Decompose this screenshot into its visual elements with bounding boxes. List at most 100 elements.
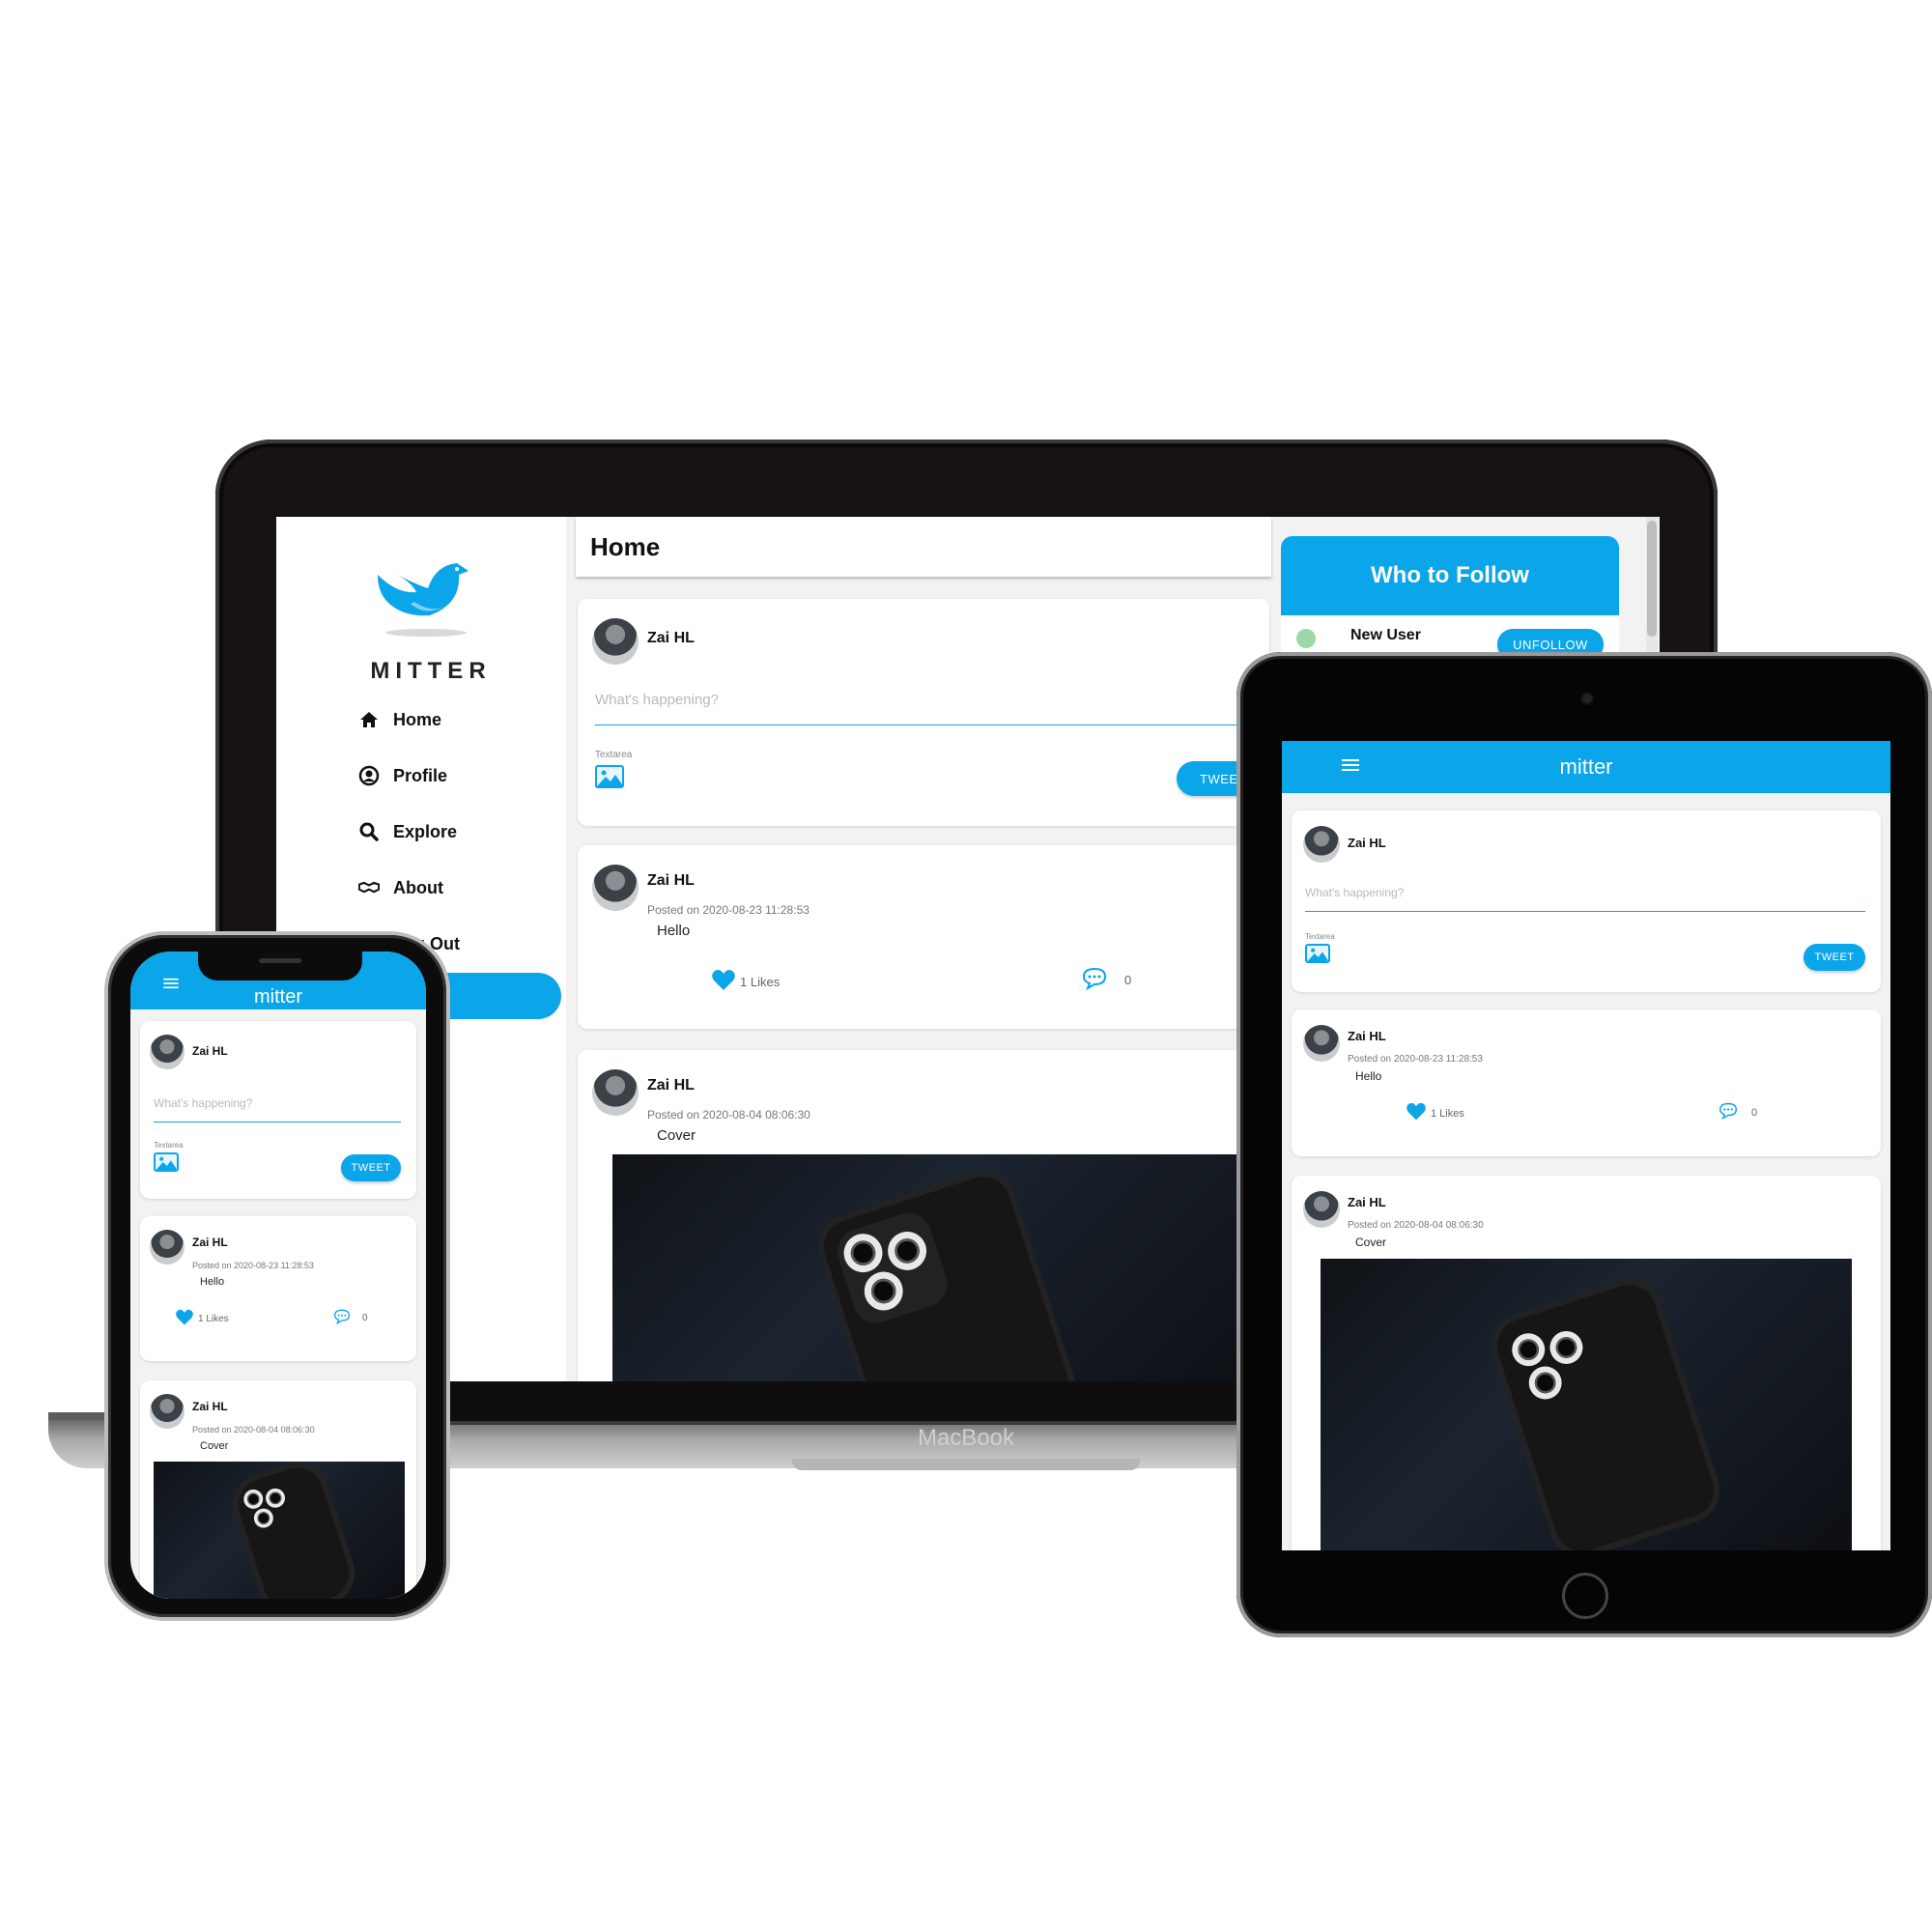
avatar[interactable]	[1303, 1191, 1340, 1228]
comment-count: 0	[362, 1313, 368, 1323]
app-title: mitter	[1559, 754, 1613, 779]
post-timestamp: Posted on 2020-08-23 11:28:53	[647, 903, 810, 917]
nav-item-label: Profile	[393, 765, 448, 785]
phone-case-photo	[1490, 1277, 1721, 1550]
post-username: Zai HL	[192, 1236, 228, 1249]
comment-count: 0	[1751, 1106, 1758, 1119]
page-title: Home	[590, 532, 661, 561]
nav-item-label: Home	[393, 709, 442, 729]
post-text: Cover	[1355, 1236, 1387, 1249]
post-timestamp: Posted on 2020-08-04 08:06:30	[1348, 1220, 1484, 1231]
composer-username: Zai HL	[1348, 836, 1386, 850]
post-username: Zai HL	[647, 872, 695, 889]
comment-count: 0	[1124, 973, 1132, 987]
iphone-speaker	[259, 958, 301, 963]
image-upload-icon[interactable]	[595, 765, 624, 788]
avatar[interactable]	[1303, 1025, 1340, 1062]
macbook-notch	[792, 1459, 1140, 1470]
input-underline	[1305, 911, 1865, 912]
tweet-input[interactable]: What's happening?	[595, 692, 719, 708]
image-upload-icon[interactable]	[1305, 944, 1330, 963]
who-to-follow-title: Who to Follow	[1281, 536, 1619, 615]
textarea-label: Textarea	[1305, 932, 1335, 941]
post-username: Zai HL	[1348, 1029, 1386, 1043]
input-underline	[595, 724, 1252, 725]
post-text: Hello	[200, 1276, 225, 1288]
heart-icon	[175, 1309, 194, 1329]
like-button[interactable]: 1 Likes	[175, 1309, 229, 1329]
like-count: 1 Likes	[198, 1314, 229, 1324]
composer-username: Zai HL	[647, 630, 695, 646]
like-button[interactable]: 1 Likes	[711, 969, 780, 995]
main-feed: Home Zai HL What's happening? Textarea T…	[576, 517, 1271, 1381]
tweet-input[interactable]: What's happening?	[1305, 886, 1404, 899]
post-text: Cover	[657, 1127, 696, 1144]
tweet-composer: Zai HL What's happening? Textarea TWEET	[1292, 810, 1881, 992]
scrollbar-thumb[interactable]	[1647, 521, 1657, 637]
search-icon	[358, 821, 380, 842]
follow-suggestion: New User UNFOLLOW	[1281, 615, 1619, 660]
post-username: Zai HL	[647, 1077, 695, 1094]
app-bar: mitter	[1282, 741, 1890, 793]
ipad-home-button	[1562, 1573, 1608, 1619]
post-card: Zai HL Posted on 2020-08-23 11:28:53 Hel…	[578, 845, 1269, 1029]
nav-item-about[interactable]: About	[358, 868, 552, 907]
post-text: Cover	[200, 1440, 229, 1452]
post-image[interactable]	[1321, 1259, 1852, 1550]
comment-button[interactable]: 0	[1082, 967, 1131, 993]
image-upload-icon[interactable]	[154, 1152, 179, 1172]
tweet-composer: Zai HL What's happening? Textarea TWEET	[140, 1021, 416, 1199]
post-card: Zai HL Posted on 2020-08-04 08:06:30 Cov…	[1292, 1176, 1881, 1550]
post-timestamp: Posted on 2020-08-23 11:28:53	[192, 1261, 314, 1270]
mobile-app-screen: mitter Zai HL What's happening? Textarea…	[130, 952, 426, 1599]
nav-item-label: About	[393, 877, 443, 897]
comment-button[interactable]: 0	[1719, 1102, 1757, 1122]
tweet-composer: Zai HL What's happening? Textarea TWEET	[578, 599, 1269, 826]
post-text: Hello	[1355, 1069, 1382, 1083]
home-icon	[358, 709, 380, 730]
avatar[interactable]	[150, 1035, 185, 1069]
avatar[interactable]	[592, 865, 639, 911]
iphone-notch	[198, 952, 362, 980]
avatar[interactable]	[1303, 826, 1340, 863]
brand-wordmark: MITTER	[370, 658, 492, 684]
tablet-app-screen: mitter Zai HL What's happening? Textarea…	[1282, 741, 1890, 1550]
post-username: Zai HL	[1348, 1195, 1386, 1209]
comment-button[interactable]: 0	[333, 1309, 368, 1327]
macbook-label: MacBook	[917, 1425, 1015, 1451]
phone-case-photo	[816, 1169, 1085, 1381]
avatar	[1296, 629, 1316, 648]
nav-item-explore[interactable]: Explore	[358, 812, 552, 851]
post-card: Zai HL Posted on 2020-08-04 08:06:30 Cov…	[140, 1380, 416, 1599]
nav-item-profile[interactable]: Profile	[358, 756, 552, 795]
page-header: Home	[576, 517, 1271, 577]
like-button[interactable]: 1 Likes	[1406, 1102, 1464, 1124]
post-timestamp: Posted on 2020-08-04 08:06:30	[647, 1108, 810, 1122]
nav-item-home[interactable]: Home	[358, 700, 552, 739]
nav-item-label: Explore	[393, 821, 458, 841]
avatar[interactable]	[592, 618, 639, 665]
tweet-input[interactable]: What's happening?	[154, 1096, 252, 1110]
tweet-submit-button[interactable]: TWEET	[341, 1154, 401, 1181]
post-card: Zai HL Posted on 2020-08-04 08:06:30 Cov…	[578, 1050, 1269, 1381]
post-image[interactable]	[154, 1462, 405, 1599]
phone-case-photo	[231, 1462, 356, 1599]
suggestion-name: New User	[1350, 627, 1421, 643]
handshake-icon	[358, 877, 380, 898]
avatar[interactable]	[150, 1394, 185, 1429]
textarea-label: Textarea	[595, 750, 633, 760]
user-circle-icon	[358, 765, 380, 786]
heart-icon	[711, 969, 736, 995]
comment-icon	[333, 1309, 351, 1327]
like-count: 1 Likes	[740, 975, 781, 989]
avatar[interactable]	[150, 1230, 185, 1264]
avatar[interactable]	[592, 1069, 639, 1116]
tweet-submit-button[interactable]: TWEET	[1804, 944, 1865, 971]
bird-logo-icon	[368, 546, 484, 647]
post-card: Zai HL Posted on 2020-08-23 11:28:53 Hel…	[1292, 1009, 1881, 1156]
post-image[interactable]	[612, 1154, 1269, 1381]
comment-icon	[1719, 1102, 1738, 1122]
sidebar-tweet-button[interactable]	[426, 973, 561, 1019]
post-text: Hello	[657, 923, 691, 939]
post-username: Zai HL	[192, 1400, 228, 1413]
